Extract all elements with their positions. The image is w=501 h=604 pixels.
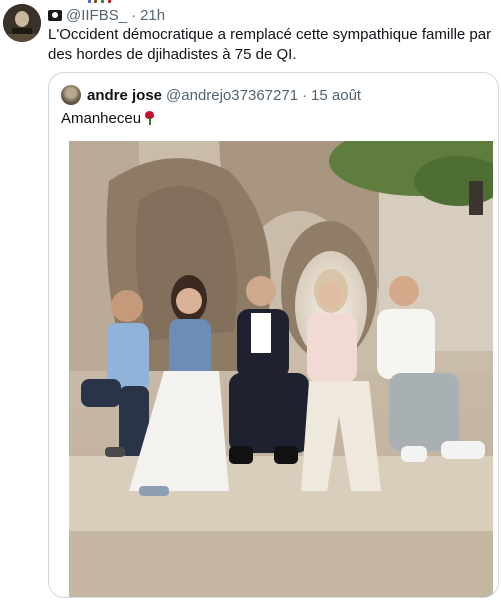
quoted-tweet-text-row: Amanheceu (61, 109, 155, 129)
quoted-tweet-card[interactable]: andre jose @andrejo37367271 · 15 août Am… (48, 72, 499, 598)
quoted-tweet-header: andre jose @andrejo37367271 · 15 août (87, 85, 361, 105)
quoted-author-name: andre jose (87, 86, 163, 104)
quoted-author-avatar (61, 85, 81, 105)
quoted-author-handle: @andrejo37367271 (166, 86, 299, 104)
header-separator: · (131, 6, 137, 24)
author-avatar[interactable] (3, 4, 41, 42)
quoted-tweet-date: 15 août (311, 86, 362, 104)
tweet-header: @IIFBS_ · 21h (48, 6, 165, 24)
previous-tweet-edge (0, 0, 501, 3)
tweet-text: L'Occident démocratique a remplacé cette… (48, 26, 492, 63)
pirate-flag-icon (48, 9, 62, 21)
quoted-separator: · (302, 86, 308, 104)
author-handle[interactable]: @IIFBS_ (66, 7, 127, 24)
tweet-time[interactable]: 21h (140, 7, 165, 24)
quoted-tweet-text: Amanheceu (61, 110, 142, 127)
rose-icon (144, 111, 155, 125)
quoted-tweet-photo[interactable] (69, 141, 493, 597)
